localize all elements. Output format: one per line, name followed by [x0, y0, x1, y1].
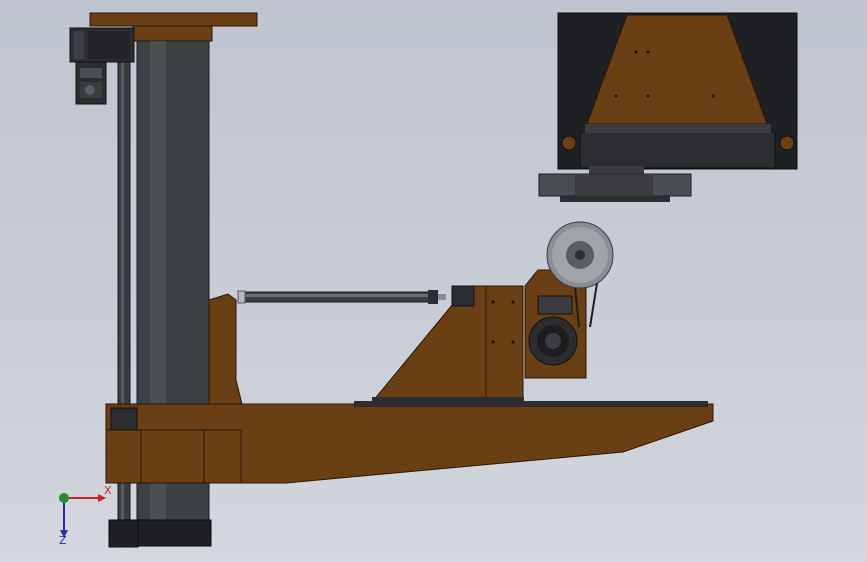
base-collar [105, 429, 242, 484]
rail-clamp [110, 407, 138, 431]
gantry-tool-mount [589, 166, 644, 174]
spindle-clamp [537, 295, 573, 315]
rail-foot [108, 519, 139, 548]
lead-screw-highlight [243, 294, 429, 297]
spindle-motor-icon[interactable] [528, 316, 578, 366]
cad-viewport[interactable]: X Z [0, 0, 867, 562]
gantry-roller-left [561, 135, 577, 151]
screw-nut [428, 290, 438, 304]
support-bracket [208, 293, 243, 405]
gantry-tool-center [575, 174, 653, 196]
column-foot [136, 519, 212, 547]
gantry-roller-right [779, 135, 795, 151]
axis-z-label: Z [59, 534, 67, 547]
carriage-foot [372, 397, 524, 403]
screw-washer [438, 294, 446, 300]
axis-x-label: X [104, 484, 112, 497]
roller-wheel-icon[interactable] [546, 221, 614, 289]
gantry-plate [585, 124, 771, 133]
gantry-tool-teeth [560, 196, 670, 202]
carriage-motor-block [451, 285, 475, 307]
carriage-triangle [371, 285, 524, 402]
coordinate-triad-icon [59, 493, 106, 538]
assembly-drawing: X Z [59, 12, 798, 548]
lead-screw-end [237, 290, 246, 304]
column-cap [132, 25, 213, 42]
gantry-rail [579, 131, 776, 169]
top-plate [89, 12, 258, 27]
